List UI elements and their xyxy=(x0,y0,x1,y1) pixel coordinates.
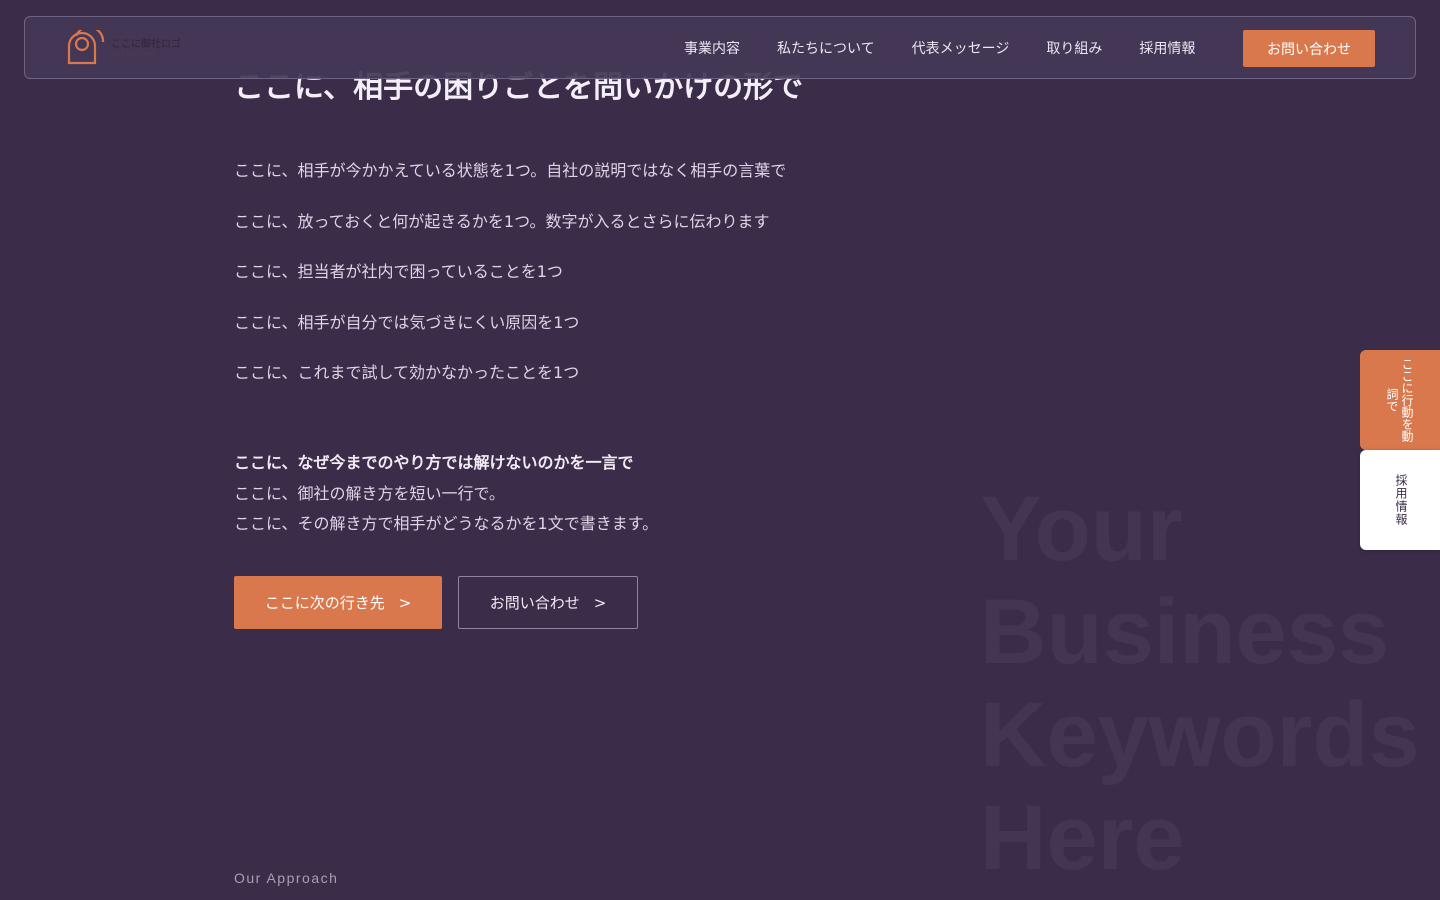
solution-lead: ここに、なぜ今までのやり方では解けないのかを一言で xyxy=(234,453,634,472)
chevron-right-icon: > xyxy=(593,593,607,612)
pain-point: ここに、担当者が社内で困っていることを1つ xyxy=(234,262,563,281)
contact-cta-button[interactable]: お問い合わせ > xyxy=(458,576,638,629)
nav-item-business[interactable]: 事業内容 xyxy=(684,38,740,58)
bg-keyword: Business xyxy=(980,581,1390,683)
pain-point-list: ここに、相手が今かかえている状態を1つ。自社の説明ではなく相手の言葉で ここに、… xyxy=(234,158,786,411)
primary-cta-button[interactable]: ここに次の行き先 > xyxy=(234,576,442,629)
header-contact-button[interactable]: お問い合わせ xyxy=(1243,30,1375,67)
site-header: ここに御社ロゴ your logo here 事業内容 私たちについて 代表メッ… xyxy=(24,16,1416,79)
bg-keyword: Keywords xyxy=(980,684,1420,786)
solution-line: ここに、その解き方で相手がどうなるかを1文で書きます。 xyxy=(234,514,659,533)
nav-item-initiatives[interactable]: 取り組み xyxy=(1046,38,1102,58)
nav-item-message[interactable]: 代表メッセージ xyxy=(912,38,1010,58)
solution-line: ここに、御社の解き方を短い一行で。 xyxy=(234,483,505,503)
logo-subtext: your logo here xyxy=(111,50,155,57)
side-cta-tab[interactable]: ここに行動を動 詞で xyxy=(1360,350,1440,450)
contact-cta-label: お問い合わせ xyxy=(489,594,580,612)
pain-point: ここに、相手が自分では気づきにくい原因を1つ xyxy=(234,312,580,332)
pain-point: ここに、放っておくと何が起きるかを1つ。数字が入るとさらに伝わります xyxy=(234,211,770,231)
logo-text: ここに御社ロゴ xyxy=(111,39,181,50)
side-recruit-tab[interactable]: 採用情報 xyxy=(1360,450,1440,550)
side-cta-label: 詞で xyxy=(1385,388,1399,412)
pain-point: ここに、相手が今かかえている状態を1つ。自社の説明ではなく相手の言葉で xyxy=(234,161,787,180)
nav-item-recruit[interactable]: 採用情報 xyxy=(1139,38,1195,58)
primary-cta-label: ここに次の行き先 xyxy=(264,594,385,612)
logo[interactable]: ここに御社ロゴ your logo here xyxy=(65,30,181,66)
section-eyebrow: Our Approach xyxy=(234,870,339,886)
solution-block: ここに、なぜ今までのやり方では解けないのかを一言で ここに、御社の解き方を短い一… xyxy=(234,448,658,540)
bg-keyword: Here xyxy=(980,787,1185,889)
logo-mark-icon xyxy=(67,30,105,65)
side-cta-label: ここに行動を動 xyxy=(1400,358,1414,442)
pain-point: ここに、これまで試して効かなかったことを1つ xyxy=(234,363,580,382)
main-nav: 事業内容 私たちについて 代表メッセージ 取り組み 採用情報 xyxy=(684,17,1232,78)
side-recruit-label: 採用情報 xyxy=(1394,474,1408,526)
nav-item-about[interactable]: 私たちについて xyxy=(777,38,875,58)
chevron-right-icon: > xyxy=(398,593,412,612)
